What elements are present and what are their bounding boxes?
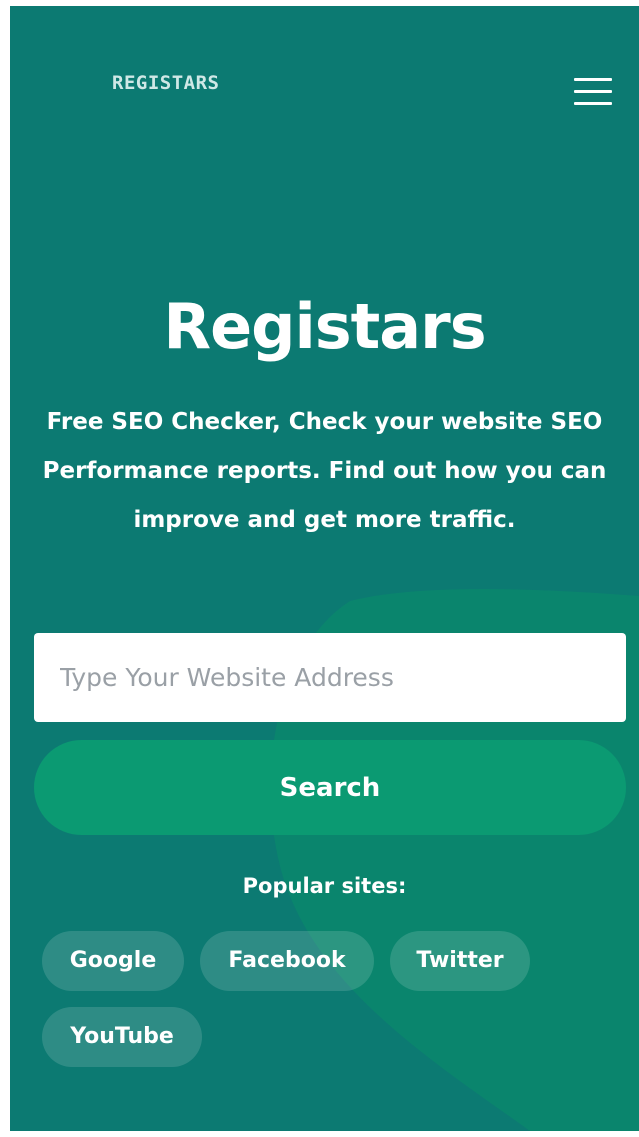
page-background: REGISTARS Registars Free SEO Checker, Ch… (10, 6, 639, 1131)
hero-title: Registars (163, 290, 486, 363)
popular-site-youtube[interactable]: YouTube (42, 1007, 202, 1067)
search-button[interactable]: Search (34, 740, 626, 835)
popular-site-facebook[interactable]: Facebook (200, 931, 374, 991)
popular-site-twitter[interactable]: Twitter (390, 931, 530, 991)
website-address-input[interactable] (34, 633, 626, 722)
popular-site-google[interactable]: Google (42, 931, 184, 991)
site-logo[interactable]: REGISTARS (112, 72, 219, 94)
popular-sites-label: Popular sites: (242, 874, 407, 898)
hero-subtitle: Free SEO Checker, Check your website SEO… (42, 409, 607, 533)
hamburger-menu-icon[interactable] (572, 70, 614, 105)
